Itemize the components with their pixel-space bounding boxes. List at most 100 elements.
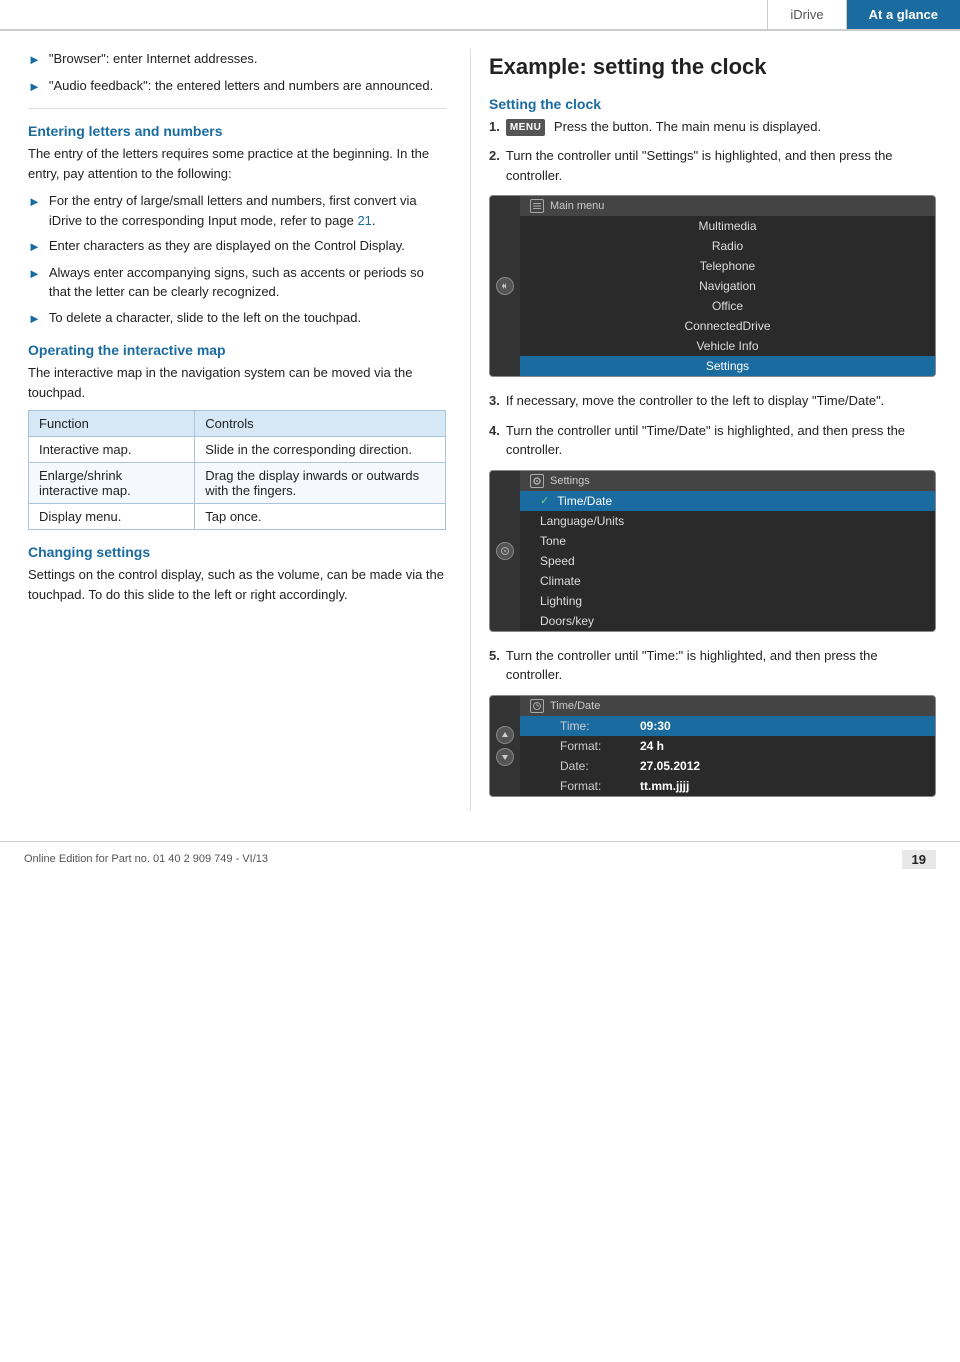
table-cell-function: Display menu.	[29, 504, 195, 530]
bullet-arrow-icon: ►	[28, 309, 41, 329]
timedate-label-time: Time:	[560, 719, 640, 733]
list-item: ► Enter characters as they are displayed…	[28, 236, 446, 257]
list-item: ► "Browser": enter Internet addresses.	[28, 49, 446, 70]
timedate-nav-up	[496, 726, 514, 744]
main-menu-list: Multimedia Radio Telephone Navigation Of…	[520, 216, 935, 376]
step-content-5: Turn the controller until "Time:" is hig…	[506, 646, 936, 685]
timedate-title-text: Time/Date	[550, 700, 600, 712]
timedate-left-nav	[490, 696, 520, 796]
settings-item-label: Time/Date	[557, 494, 612, 508]
bullet-text: To delete a character, slide to the left…	[49, 308, 361, 328]
menu-item-settings: Settings	[520, 356, 935, 376]
timedate-title-bar: Time/Date	[520, 696, 935, 716]
right-column: Example: setting the clock Setting the c…	[470, 49, 960, 811]
bullet-text: "Audio feedback": the entered letters an…	[49, 76, 433, 96]
table-header-function: Function	[29, 411, 195, 437]
screen-wrapper: Main menu Multimedia Radio Telephone Nav…	[490, 196, 935, 376]
table-row: Interactive map. Slide in the correspond…	[29, 437, 446, 463]
menu-badge: MENU	[506, 119, 545, 136]
timedate-label-format2: Format:	[560, 779, 640, 793]
bullet-text: "Browser": enter Internet addresses.	[49, 49, 258, 69]
timedate-value-format2: tt.mm.jjjj	[640, 779, 689, 793]
header-tabs: iDrive At a glance	[767, 0, 960, 29]
step-num-1: 1.	[489, 117, 500, 137]
timedate-label-date: Date:	[560, 759, 640, 773]
page-footer: Online Edition for Part no. 01 40 2 909 …	[0, 841, 960, 877]
menu-item-navigation: Navigation	[520, 276, 935, 296]
menu-item-vehicle-info: Vehicle Info	[520, 336, 935, 356]
step-num-3: 3.	[489, 391, 500, 411]
step-num-2: 2.	[489, 146, 500, 166]
screen-left-nav	[490, 196, 520, 376]
settings-title-text: Settings	[550, 475, 590, 487]
settings-item-language: Language/Units	[520, 511, 935, 531]
menu-item-radio: Radio	[520, 236, 935, 256]
settings-left-nav	[490, 471, 520, 631]
bullet-text: For the entry of large/small letters and…	[49, 191, 446, 230]
settings-screen-content: Settings ✓ Time/Date Language/Units Tone…	[520, 471, 935, 631]
divider	[28, 108, 446, 109]
checkmark-icon: ✓	[540, 494, 549, 507]
timedate-value-format1: 24 h	[640, 739, 664, 753]
nav-indicator-icon	[496, 277, 514, 295]
table-cell-function: Interactive map.	[29, 437, 195, 463]
timedate-value-time: 09:30	[640, 719, 671, 733]
header-left	[0, 0, 767, 29]
table-row: Display menu. Tap once.	[29, 504, 446, 530]
steps-list-3: 5. Turn the controller until "Time:" is …	[489, 646, 936, 685]
menu-item-connecteddrive: ConnectedDrive	[520, 316, 935, 336]
list-item: ► To delete a character, slide to the le…	[28, 308, 446, 329]
table-row: Enlarge/shrink interactive map. Drag the…	[29, 463, 446, 504]
step-content-3: If necessary, move the controller to the…	[506, 391, 936, 411]
section2-body: The interactive map in the navigation sy…	[28, 363, 446, 402]
interactive-map-table: Function Controls Interactive map. Slide…	[28, 410, 446, 530]
section1-heading: Entering letters and numbers	[28, 123, 446, 139]
table-cell-controls: Tap once.	[195, 504, 446, 530]
timedate-row-time: Time: 09:30	[520, 716, 935, 736]
settings-nav-icon	[496, 542, 514, 560]
screen-title-bar: Main menu	[520, 196, 935, 216]
timedate-row-format2: Format: tt.mm.jjjj	[520, 776, 935, 796]
section1-bullets: ► For the entry of large/small letters a…	[28, 191, 446, 328]
step-4: 4. Turn the controller until "Time/Date"…	[489, 421, 936, 460]
page-link[interactable]: 21	[357, 213, 371, 228]
settings-item-timedate: ✓ Time/Date	[520, 491, 935, 511]
bullet-arrow-icon: ►	[28, 50, 41, 70]
step-num-4: 4.	[489, 421, 500, 441]
steps-list-2: 3. If necessary, move the controller to …	[489, 391, 936, 460]
timedate-label-format1: Format:	[560, 739, 640, 753]
settings-item-climate: Climate	[520, 571, 935, 591]
top-bullets: ► "Browser": enter Internet addresses. ►…	[28, 49, 446, 96]
steps-list: 1. MENU Press the button. The main menu …	[489, 117, 936, 186]
timedate-row-format1: Format: 24 h	[520, 736, 935, 756]
section3-heading: Changing settings	[28, 544, 446, 560]
tab-idrive[interactable]: iDrive	[767, 0, 845, 29]
timedate-screen-content: Time/Date Time: 09:30 Format: 24 h Date:…	[520, 696, 935, 796]
main-menu-screen: Main menu Multimedia Radio Telephone Nav…	[489, 195, 936, 377]
timedate-nav-down	[496, 748, 514, 766]
timedate-screen: Time/Date Time: 09:30 Format: 24 h Date:…	[489, 695, 936, 797]
timedate-screen-wrapper: Time/Date Time: 09:30 Format: 24 h Date:…	[490, 696, 935, 796]
settings-item-doors: Doors/key	[520, 611, 935, 631]
settings-item-lighting: Lighting	[520, 591, 935, 611]
bullet-arrow-icon: ►	[28, 237, 41, 257]
timedate-row-date: Date: 27.05.2012	[520, 756, 935, 776]
menu-item-telephone: Telephone	[520, 256, 935, 276]
step-5: 5. Turn the controller until "Time:" is …	[489, 646, 936, 685]
left-column: ► "Browser": enter Internet addresses. ►…	[0, 49, 470, 811]
list-item: ► For the entry of large/small letters a…	[28, 191, 446, 230]
footer-text: Online Edition for Part no. 01 40 2 909 …	[24, 853, 268, 865]
step-2: 2. Turn the controller until "Settings" …	[489, 146, 936, 185]
step-content-4: Turn the controller until "Time/Date" is…	[506, 421, 936, 460]
settings-menu-list: ✓ Time/Date Language/Units Tone Speed Cl…	[520, 491, 935, 631]
step-3: 3. If necessary, move the controller to …	[489, 391, 936, 411]
settings-title-bar: Settings	[520, 471, 935, 491]
tab-at-glance[interactable]: At a glance	[846, 0, 960, 29]
screen-title-text: Main menu	[550, 200, 604, 212]
bullet-arrow-icon: ►	[28, 192, 41, 212]
settings-screen-wrapper: Settings ✓ Time/Date Language/Units Tone…	[490, 471, 935, 631]
bullet-text: Enter characters as they are displayed o…	[49, 236, 405, 256]
table-cell-function: Enlarge/shrink interactive map.	[29, 463, 195, 504]
section1-body: The entry of the letters requires some p…	[28, 144, 446, 183]
main-content: ► "Browser": enter Internet addresses. ►…	[0, 31, 960, 811]
